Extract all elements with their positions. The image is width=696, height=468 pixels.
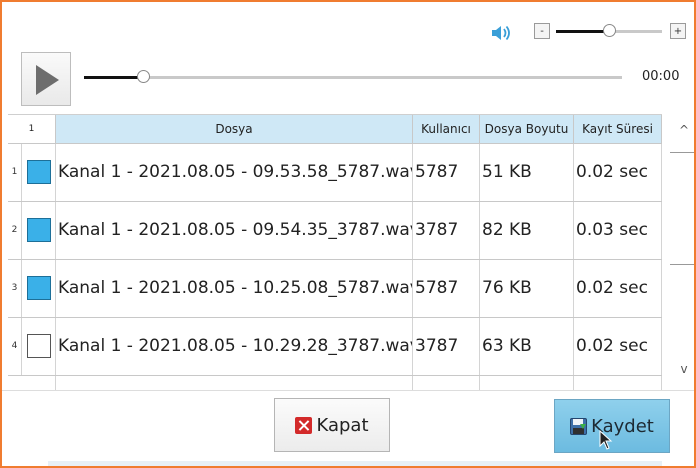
file-name-cell: Kanal 1 - 2021.08.05 - 10.29.28_3787.wav xyxy=(56,318,413,375)
scrollbar-thumb[interactable] xyxy=(670,264,694,265)
user-cell xyxy=(413,376,480,391)
column-header-file[interactable]: Dosya xyxy=(56,115,413,144)
duration-cell: 0.03 sec xyxy=(574,202,662,259)
row-checkbox-cell xyxy=(22,318,56,375)
save-icon xyxy=(570,417,588,435)
user-cell: 5787 xyxy=(413,144,480,201)
seek-slider[interactable] xyxy=(84,70,622,83)
table-row[interactable]: 4 Kanal 1 - 2021.08.05 - 10.29.28_3787.w… xyxy=(8,318,662,376)
duration-cell: 0.02 sec xyxy=(574,144,662,201)
size-cell xyxy=(480,376,574,391)
scrollbar-divider xyxy=(670,152,694,153)
scroll-up-button[interactable]: ^ xyxy=(670,120,694,140)
scroll-down-button[interactable]: v xyxy=(670,359,694,379)
row-checkbox-cell xyxy=(22,144,56,201)
row-number: 3 xyxy=(8,260,22,317)
table-corner-header[interactable]: 1 xyxy=(8,115,56,144)
seek-slider-fill xyxy=(84,76,143,79)
duration-cell: 0.02 sec xyxy=(574,260,662,317)
row-checkbox-cell xyxy=(22,202,56,259)
row-checkbox[interactable] xyxy=(27,160,51,184)
volume-decrease-button[interactable]: - xyxy=(534,23,550,39)
play-icon xyxy=(36,65,59,95)
column-header-duration[interactable]: Kayıt Süresi xyxy=(574,115,662,144)
volume-slider-handle[interactable] xyxy=(603,24,616,37)
table-row[interactable]: 3 Kanal 1 - 2021.08.05 - 10.25.08_5787.w… xyxy=(8,260,662,318)
time-display: 00:00 xyxy=(642,69,680,84)
duration-cell: 0.02 sec xyxy=(574,318,662,375)
column-header-size[interactable]: Dosya Boyutu xyxy=(480,115,574,144)
user-cell: 5787 xyxy=(413,260,480,317)
table-row[interactable]: 1 Kanal 1 - 2021.08.05 - 09.53.58_5787.w… xyxy=(8,144,662,202)
row-number: 1 xyxy=(8,144,22,201)
row-number: 4 xyxy=(8,318,22,375)
mouse-cursor-icon xyxy=(599,430,613,450)
user-cell: 3787 xyxy=(413,318,480,375)
close-button-label: Kapat xyxy=(316,414,369,436)
row-checkbox[interactable] xyxy=(27,334,51,358)
size-cell: 76 KB xyxy=(480,260,574,317)
volume-increase-button[interactable]: + xyxy=(670,23,686,39)
seek-slider-handle[interactable] xyxy=(137,70,150,83)
close-icon xyxy=(295,416,313,434)
size-cell: 51 KB xyxy=(480,144,574,201)
duration-cell xyxy=(574,376,662,391)
file-name-cell: Kanal 1 - 2021.08.05 - 09.53.58_5787.wav xyxy=(56,144,413,201)
volume-slider[interactable] xyxy=(556,24,662,37)
column-header-user[interactable]: Kullanıcı xyxy=(413,115,480,144)
table-row-partial[interactable] xyxy=(8,376,662,391)
user-cell: 3787 xyxy=(413,202,480,259)
close-button[interactable]: Kapat xyxy=(274,398,390,452)
row-checkbox[interactable] xyxy=(27,276,51,300)
file-name-cell xyxy=(56,376,413,391)
recordings-table: 1 Dosya Kullanıcı Dosya Boyutu Kayıt Sür… xyxy=(8,114,662,391)
row-number: 2 xyxy=(8,202,22,259)
status-strip xyxy=(48,461,662,466)
table-row[interactable]: 2 Kanal 1 - 2021.08.05 - 09.54.35_3787.w… xyxy=(8,202,662,260)
volume-icon[interactable] xyxy=(490,22,512,44)
play-button[interactable] xyxy=(21,52,71,106)
volume-slider-fill xyxy=(556,30,609,33)
row-checkbox[interactable] xyxy=(27,218,51,242)
row-checkbox-cell xyxy=(22,260,56,317)
file-name-cell: Kanal 1 - 2021.08.05 - 09.54.35_3787.wav xyxy=(56,202,413,259)
file-name-cell: Kanal 1 - 2021.08.05 - 10.25.08_5787.wav xyxy=(56,260,413,317)
dialog-window: - + 00:00 1 Dosya Kullanıcı Dosya Boyutu… xyxy=(0,0,696,468)
row-checkbox-cell xyxy=(22,376,56,391)
size-cell: 63 KB xyxy=(480,318,574,375)
size-cell: 82 KB xyxy=(480,202,574,259)
